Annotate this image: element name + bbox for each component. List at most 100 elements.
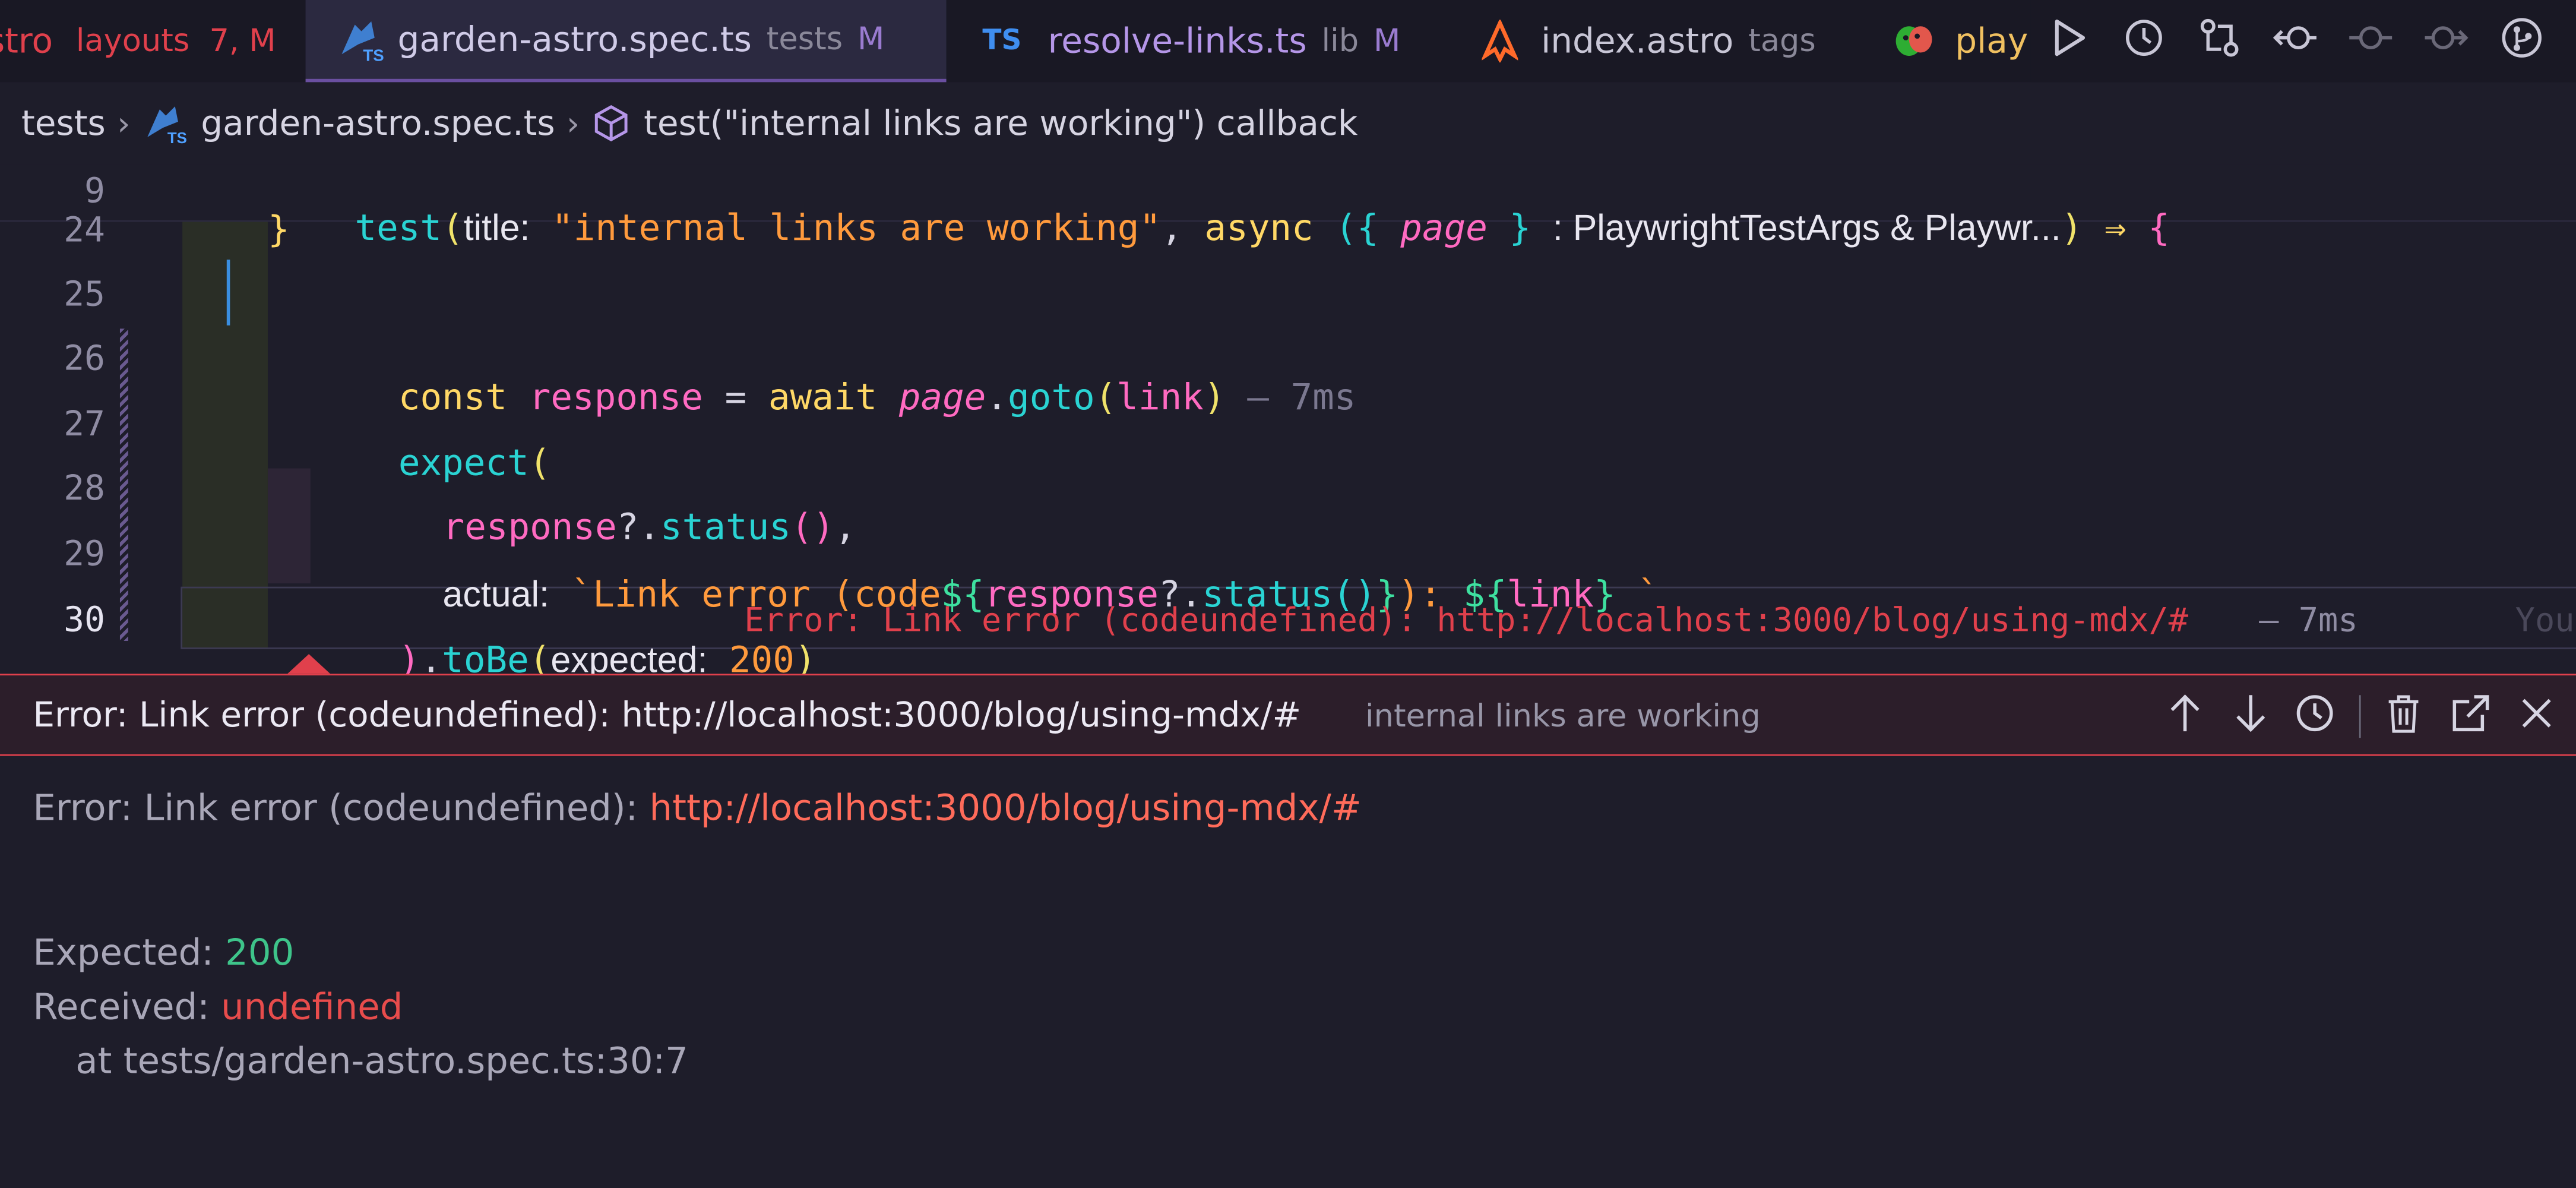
tab-status: 7, M	[209, 23, 276, 59]
error-message: Error: Link error (codeundefined): http:…	[33, 789, 1362, 830]
source-control-button[interactable]	[2484, 0, 2559, 82]
expected-label: Expected:	[33, 933, 226, 975]
close-icon	[2518, 695, 2555, 738]
playwright-masks-icon	[1893, 20, 1935, 62]
breadcrumb-file[interactable]: garden-astro.spec.ts	[201, 103, 555, 143]
code-token: response	[529, 378, 703, 419]
trash-icon	[2385, 692, 2422, 741]
code-token: test	[355, 208, 442, 250]
tab-folder: lib	[1321, 23, 1359, 59]
line-number: 27	[64, 404, 106, 444]
received-label: Received:	[33, 987, 221, 1029]
editor-actions	[2030, 0, 2576, 83]
inlay-hint: : PlaywrightTestArgs & Playwr...	[1552, 207, 2061, 248]
received-line: Received: undefined	[33, 988, 403, 1029]
current-change-button[interactable]	[2333, 0, 2409, 82]
code-token: goto	[1008, 378, 1095, 419]
test-duration: – 7ms	[2259, 599, 2358, 640]
code-token: (	[1094, 378, 1117, 419]
arrow-right-circle-icon	[2423, 17, 2469, 66]
line-number: 26	[64, 338, 106, 378]
line-number: 25	[64, 274, 106, 314]
chevron-right-icon: ›	[117, 103, 131, 143]
close-peek-button[interactable]	[2509, 688, 2565, 744]
code-token: link	[1116, 378, 1204, 419]
code-editor[interactable]: 9 test(title: "internal links are workin…	[0, 164, 2576, 682]
tab-index-astro[interactable]: index.astro tags	[1480, 0, 1816, 82]
git-branch-icon	[2501, 17, 2543, 66]
inline-error-message: Error: Link error (codeundefined): http:…	[744, 599, 2189, 640]
svg-text:TS: TS	[363, 46, 384, 64]
compare-changes-button[interactable]	[2182, 0, 2257, 82]
test-error-peek-header: Error: Link error (codeundefined): http:…	[0, 674, 2576, 756]
tab-title: play	[1955, 21, 2028, 61]
play-icon	[2049, 17, 2088, 66]
code-token: }	[267, 210, 290, 252]
arrow-left-circle-icon	[2272, 17, 2318, 66]
open-in-editor-button[interactable]	[2443, 688, 2499, 744]
chevron-right-icon: ›	[567, 103, 580, 143]
code-token: ,	[1161, 208, 1183, 250]
inlay-hint: title:	[463, 207, 530, 248]
code-token: )	[1203, 378, 1226, 419]
tab-folder: tags	[1748, 23, 1816, 59]
breadcrumb-folder[interactable]: tests	[21, 103, 106, 143]
peek-arrow	[287, 654, 331, 674]
tab-status: M	[857, 21, 885, 58]
previous-error-button[interactable]	[2157, 688, 2213, 744]
tab-playwright[interactable]: play	[1893, 0, 2028, 82]
code-token: .	[986, 378, 1008, 419]
tab-resolve-links[interactable]: TS resolve-links.ts lib M	[982, 0, 1400, 82]
line-number: 30	[64, 599, 106, 640]
code-token: }	[1509, 208, 1531, 250]
test-output-panel[interactable]: Error: Link error (codeundefined): http:…	[0, 756, 2576, 1188]
breadcrumb-symbol[interactable]: test("internal links are working") callb…	[644, 103, 1357, 143]
typescript-file-icon: TS	[982, 24, 1022, 58]
tab-layouts[interactable]: stro layouts 7, M	[0, 0, 276, 82]
tab-title: index.astro	[1541, 21, 1734, 61]
code-token: "internal links are working"	[552, 208, 1162, 250]
received-value: undefined	[221, 987, 403, 1029]
timeline-button[interactable]	[2106, 0, 2182, 82]
code-token: page	[1400, 208, 1488, 250]
line-number: 9	[84, 170, 106, 211]
arrow-up-icon	[2167, 692, 2203, 741]
code-token: {	[2148, 208, 2170, 250]
expected-line: Expected: 200	[33, 933, 294, 974]
next-error-button[interactable]	[2223, 688, 2278, 744]
error-prefix: Error: Link error (codeundefined):	[33, 788, 650, 830]
tab-title: stro	[0, 21, 53, 61]
peek-test-name: internal links are working	[1365, 698, 1761, 735]
tab-title: garden-astro.spec.ts	[397, 20, 752, 59]
tab-garden-astro-spec[interactable]: TS garden-astro.spec.ts tests M	[305, 0, 947, 83]
code-token: ⇒	[2104, 208, 2126, 250]
tab-title: resolve-links.ts	[1048, 21, 1307, 61]
run-test-button[interactable]	[2031, 0, 2106, 82]
playwright-ts-file-icon: TS	[335, 15, 384, 64]
playwright-ts-file-icon: TS	[142, 100, 188, 147]
previous-change-button[interactable]	[2257, 0, 2333, 82]
test-duration: – 7ms	[1247, 378, 1356, 419]
error-link[interactable]: http://localhost:3000/blog/using-mdx/#	[650, 789, 1362, 830]
tab-status: M	[1374, 23, 1401, 59]
code-token: )	[2061, 208, 2083, 250]
inline-blame-ghost: You	[2515, 599, 2575, 640]
next-change-button[interactable]	[2409, 0, 2484, 82]
expected-value: 200	[225, 933, 295, 975]
code-token: await	[768, 378, 878, 419]
tab-folder: layouts	[75, 23, 190, 59]
clear-results-button[interactable]	[2376, 688, 2432, 744]
line-number: 24	[64, 210, 106, 250]
code-token: ({	[1335, 208, 1379, 250]
code-token: (	[442, 208, 464, 250]
git-change-marker	[119, 328, 128, 641]
svg-text:TS: TS	[168, 130, 188, 146]
divider	[2359, 695, 2361, 738]
code-token: async	[1204, 208, 1314, 250]
test-history-button[interactable]	[2287, 688, 2343, 744]
line-number: 29	[64, 534, 106, 574]
stack-trace[interactable]: at tests/garden-astro.spec.ts:30:7	[75, 1042, 688, 1083]
history-icon	[2293, 692, 2336, 741]
sticky-scroll-header[interactable]: 9 test(title: "internal links are workin…	[0, 164, 2576, 250]
git-compare-icon	[2198, 17, 2241, 66]
